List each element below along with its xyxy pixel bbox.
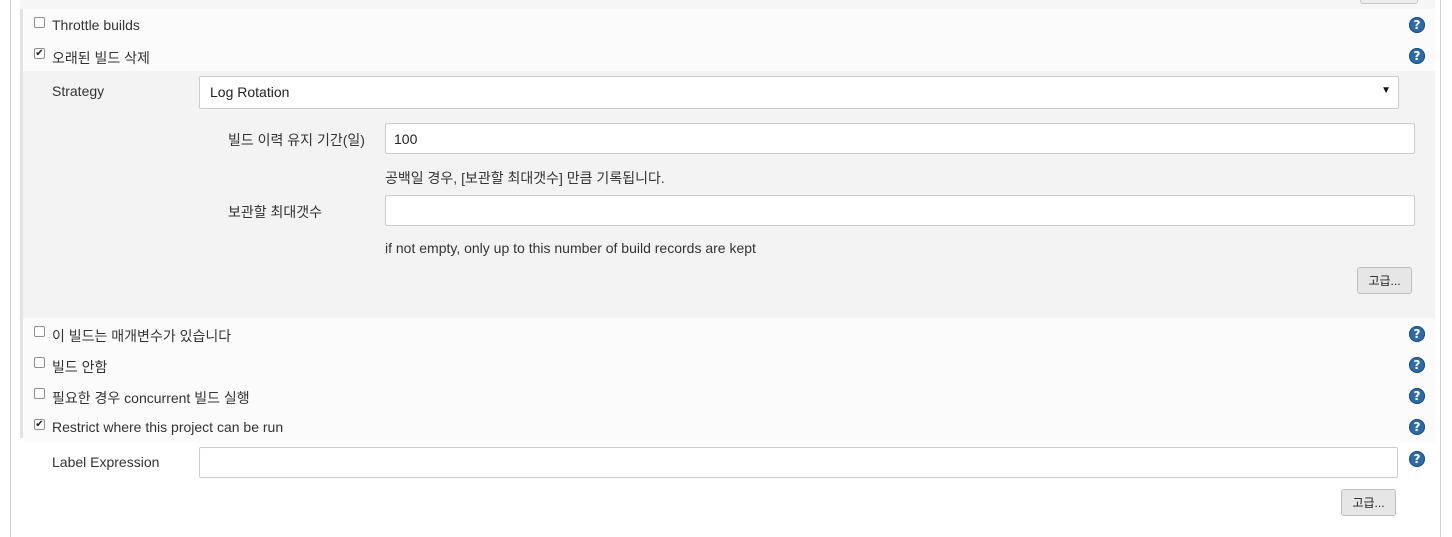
disable-build-label: 빌드 안함 [52,359,108,375]
option-row-concurrent-builds: 필요한 경우 concurrent 빌드 실행 [23,380,1435,411]
disable-build-checkbox[interactable] [34,357,45,368]
option-row-disable-build: 빌드 안함 [23,349,1435,380]
parameterized-checkbox[interactable] [34,326,45,337]
concurrent-builds-checkbox[interactable] [34,388,45,399]
help-icon[interactable]: ? [1409,451,1425,467]
throttle-builds-checkbox[interactable] [34,17,45,28]
previous-section-button[interactable] [1360,0,1418,4]
concurrent-builds-label: 필요한 경우 concurrent 빌드 실행 [52,390,250,406]
max-builds-input[interactable] [385,195,1415,226]
discard-advanced-button[interactable]: 고급... [1357,267,1412,294]
discard-old-builds-label: 오래된 빌드 삭제 [52,50,150,66]
previous-section-edge [20,0,1435,9]
restrict-where-checkbox[interactable]: ✔ [34,419,45,430]
help-icon[interactable]: ? [1409,357,1425,373]
days-to-keep-hint: 공백일 경우, [보관할 최대갯수] 만큼 기록됩니다. [385,170,665,186]
option-row-discard-old-builds: ✔ 오래된 빌드 삭제 [23,40,1435,71]
help-icon[interactable]: ? [1409,419,1425,435]
discard-old-builds-checkbox[interactable]: ✔ [34,48,45,59]
days-to-keep-input[interactable] [385,123,1415,154]
strategy-label: Strategy [52,83,105,99]
max-builds-label: 보관할 최대갯수 [228,204,323,220]
option-row-parameterized: 이 빌드는 매개변수가 있습니다 [23,318,1435,349]
restrict-advanced-button[interactable]: 고급... [1341,489,1396,516]
help-icon[interactable]: ? [1409,326,1425,342]
days-to-keep-label: 빌드 이력 유지 기간(일) [228,132,365,148]
help-icon[interactable]: ? [1409,48,1425,64]
option-row-throttle-builds: Throttle builds [23,9,1435,40]
label-expression-label: Label Expression [52,454,160,470]
parameterized-label: 이 빌드는 매개변수가 있습니다 [52,328,232,344]
label-expression-input[interactable] [199,447,1398,478]
max-builds-hint: if not empty, only up to this number of … [385,240,756,256]
throttle-builds-label: Throttle builds [52,17,140,33]
strategy-selected-value: Log Rotation [210,84,290,100]
help-icon[interactable]: ? [1409,17,1425,33]
chevron-down-icon: ▼ [1381,85,1391,96]
restrict-where-label: Restrict where this project can be run [52,419,284,435]
left-frame-border [10,0,11,537]
strategy-select[interactable]: Log Rotation ▼ [199,76,1399,109]
option-row-restrict-where: ✔ Restrict where this project can be run [23,411,1435,442]
help-icon[interactable]: ? [1409,388,1425,404]
right-frame-border [1440,0,1441,537]
